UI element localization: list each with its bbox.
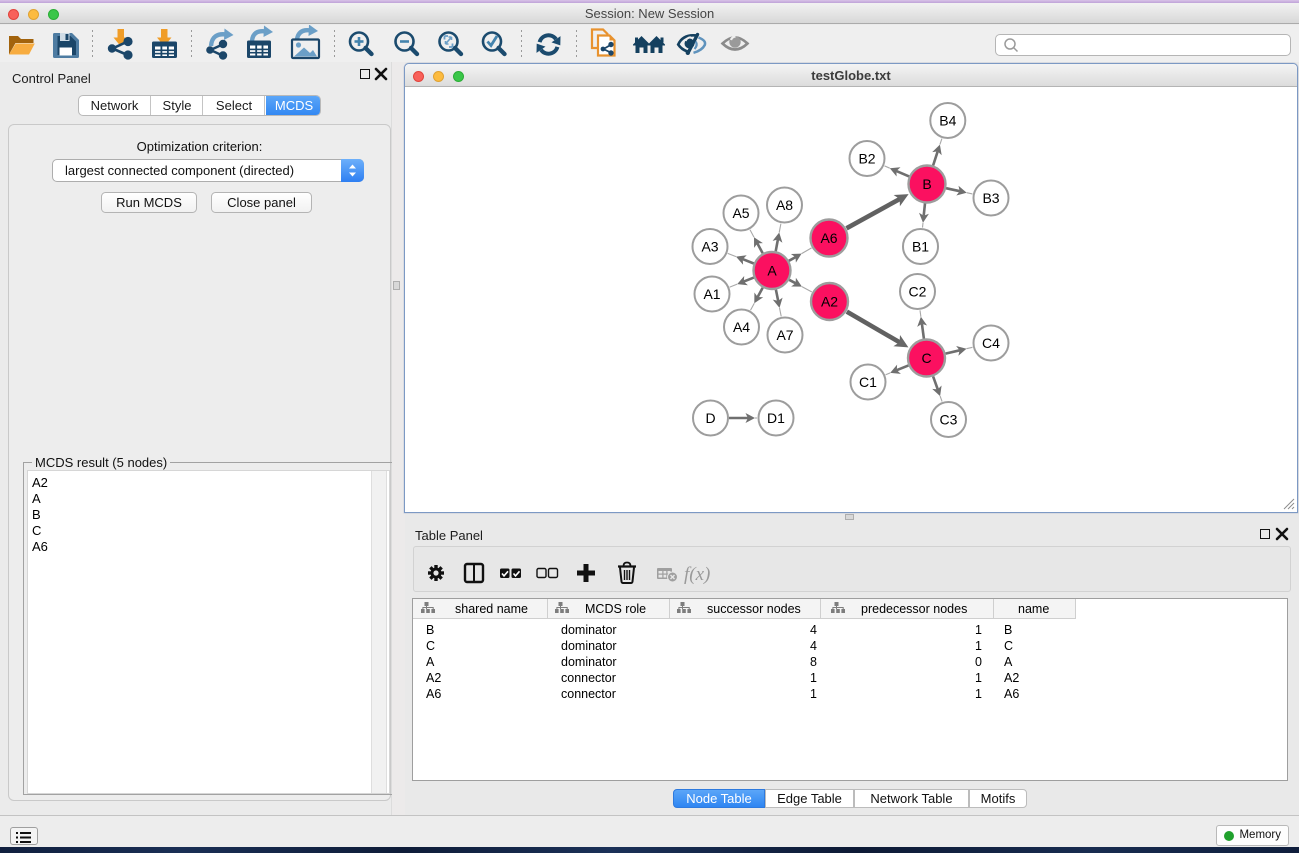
svg-text:A1: A1 [703,286,720,302]
svg-text:A7: A7 [776,327,793,343]
svg-text:A6: A6 [820,230,837,246]
svg-text:A: A [767,263,777,279]
svg-text:B2: B2 [858,151,875,167]
svg-text:B4: B4 [939,113,956,129]
svg-text:C4: C4 [982,335,1000,351]
svg-text:A8: A8 [776,197,793,213]
svg-text:C2: C2 [909,284,927,300]
svg-text:B: B [922,176,931,192]
svg-text:A3: A3 [701,239,718,255]
svg-text:A4: A4 [733,319,750,335]
svg-text:A2: A2 [821,294,838,310]
svg-text:C: C [921,350,931,366]
svg-text:D: D [705,410,715,426]
svg-text:C1: C1 [859,374,877,390]
svg-text:C3: C3 [940,412,958,428]
svg-text:D1: D1 [767,410,785,426]
svg-text:B1: B1 [912,239,929,255]
svg-text:A5: A5 [732,205,749,221]
svg-text:f(x): f(x) [684,564,710,585]
svg-text:B3: B3 [982,190,999,206]
